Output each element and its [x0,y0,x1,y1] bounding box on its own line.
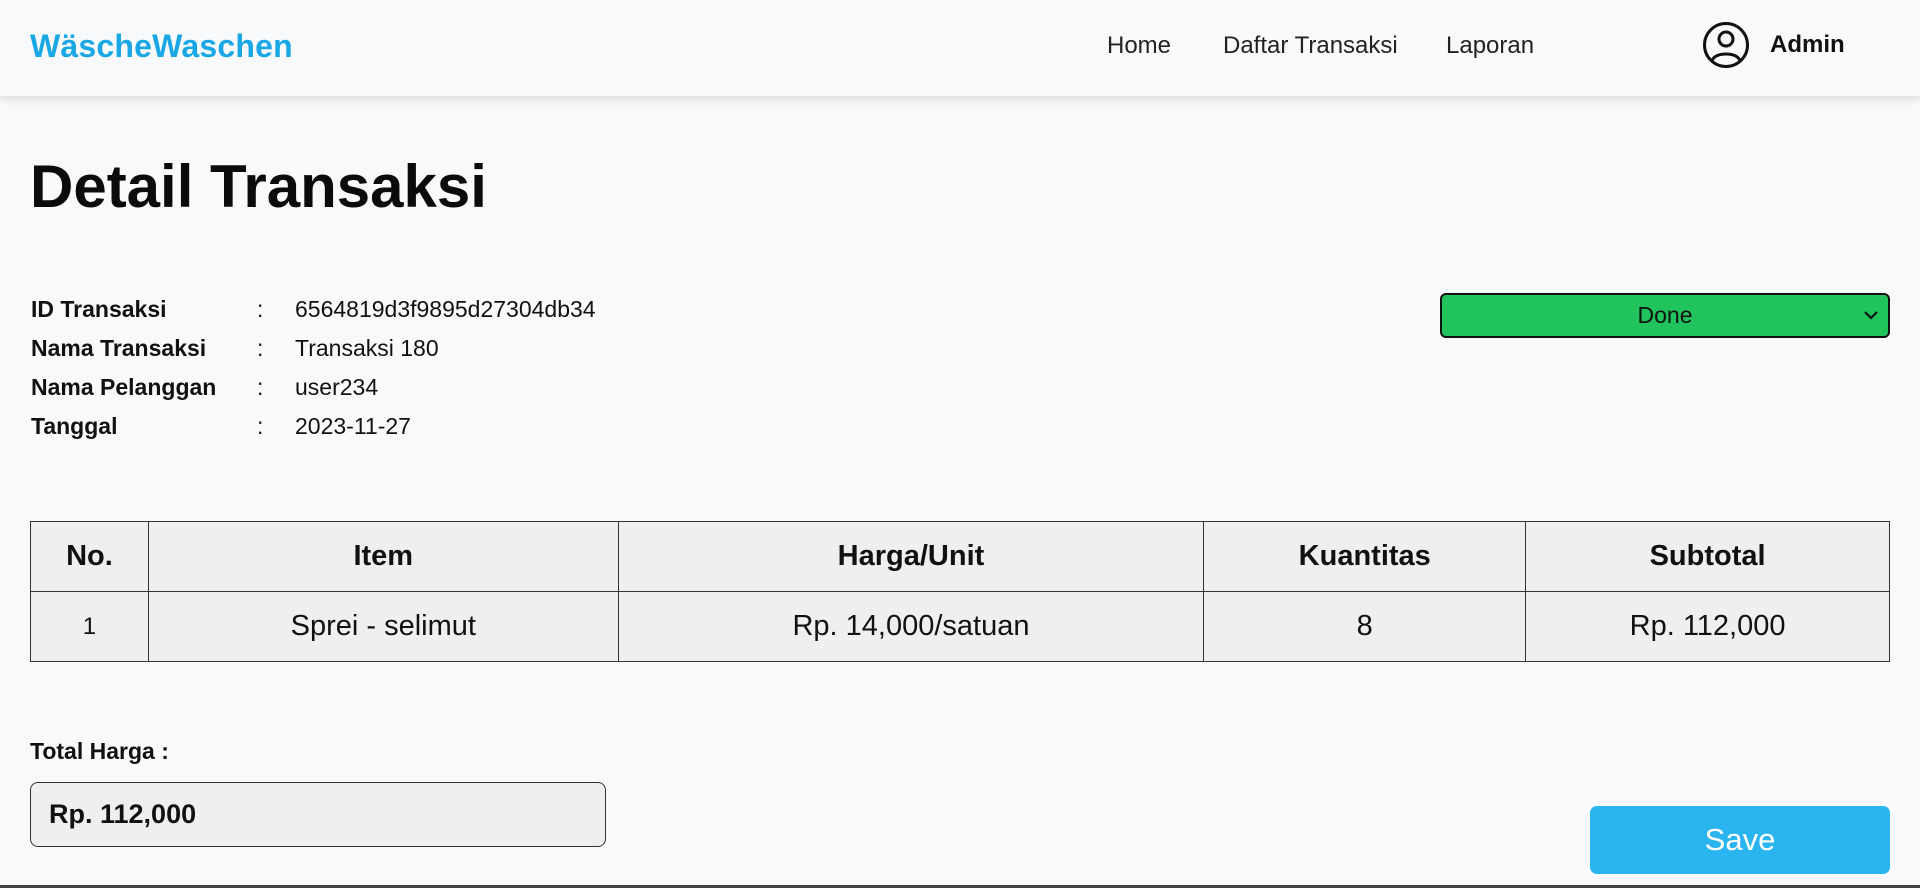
info-label: ID Transaksi [31,296,167,322]
user-menu[interactable]: Admin [1702,21,1845,69]
save-button[interactable]: Save [1590,806,1890,874]
status-select-value: Done [1637,302,1693,328]
nav-link-home[interactable]: Home [1107,32,1171,60]
info-label: Tanggal [31,413,118,439]
cell-no: 1 [30,591,149,662]
cell-item: Sprei - selimut [147,591,619,662]
column-header-no: No. [30,521,149,592]
info-separator: : [257,374,264,400]
transaction-items-table: No. Item Harga/Unit Kuantitas Subtotal 1… [30,521,1890,662]
column-header-harga-unit: Harga/Unit [617,521,1205,592]
top-navbar: WäscheWaschen Home Daftar Transaksi Lapo… [0,0,1920,96]
brand-logo[interactable]: WäscheWaschen [30,28,293,65]
info-separator: : [257,296,264,322]
info-label: Nama Transaksi [31,335,207,361]
column-header-kuantitas: Kuantitas [1203,521,1527,592]
page-title: Detail Transaksi [30,153,487,220]
info-value: 2023-11-27 [295,413,411,439]
user-name: Admin [1770,31,1845,58]
table-header-row: No. Item Harga/Unit Kuantitas Subtotal [30,521,1890,592]
info-value: Transaksi 180 [295,335,439,361]
chevron-down-icon [1864,311,1878,320]
nav-link-laporan[interactable]: Laporan [1446,32,1534,60]
info-separator: : [257,335,264,361]
user-circle-icon [1703,22,1749,68]
total-price-label: Total Harga : [30,738,169,764]
column-header-item: Item [147,521,619,592]
cell-kuantitas: 8 [1203,591,1527,662]
table-row: 1 Sprei - selimut Rp. 14,000/satuan 8 Rp… [30,591,1890,662]
status-select[interactable]: Done [1440,293,1890,338]
nav-link-daftar-transaksi[interactable]: Daftar Transaksi [1223,32,1398,60]
cell-harga-unit: Rp. 14,000/satuan [617,591,1205,662]
info-value: 6564819d3f9895d27304db34 [295,296,596,322]
info-value: user234 [295,374,379,400]
info-label: Nama Pelanggan [31,374,217,400]
total-price-field: Rp. 112,000 [30,782,606,847]
info-separator: : [257,413,264,439]
column-header-subtotal: Subtotal [1525,521,1890,592]
cell-subtotal: Rp. 112,000 [1525,591,1890,662]
